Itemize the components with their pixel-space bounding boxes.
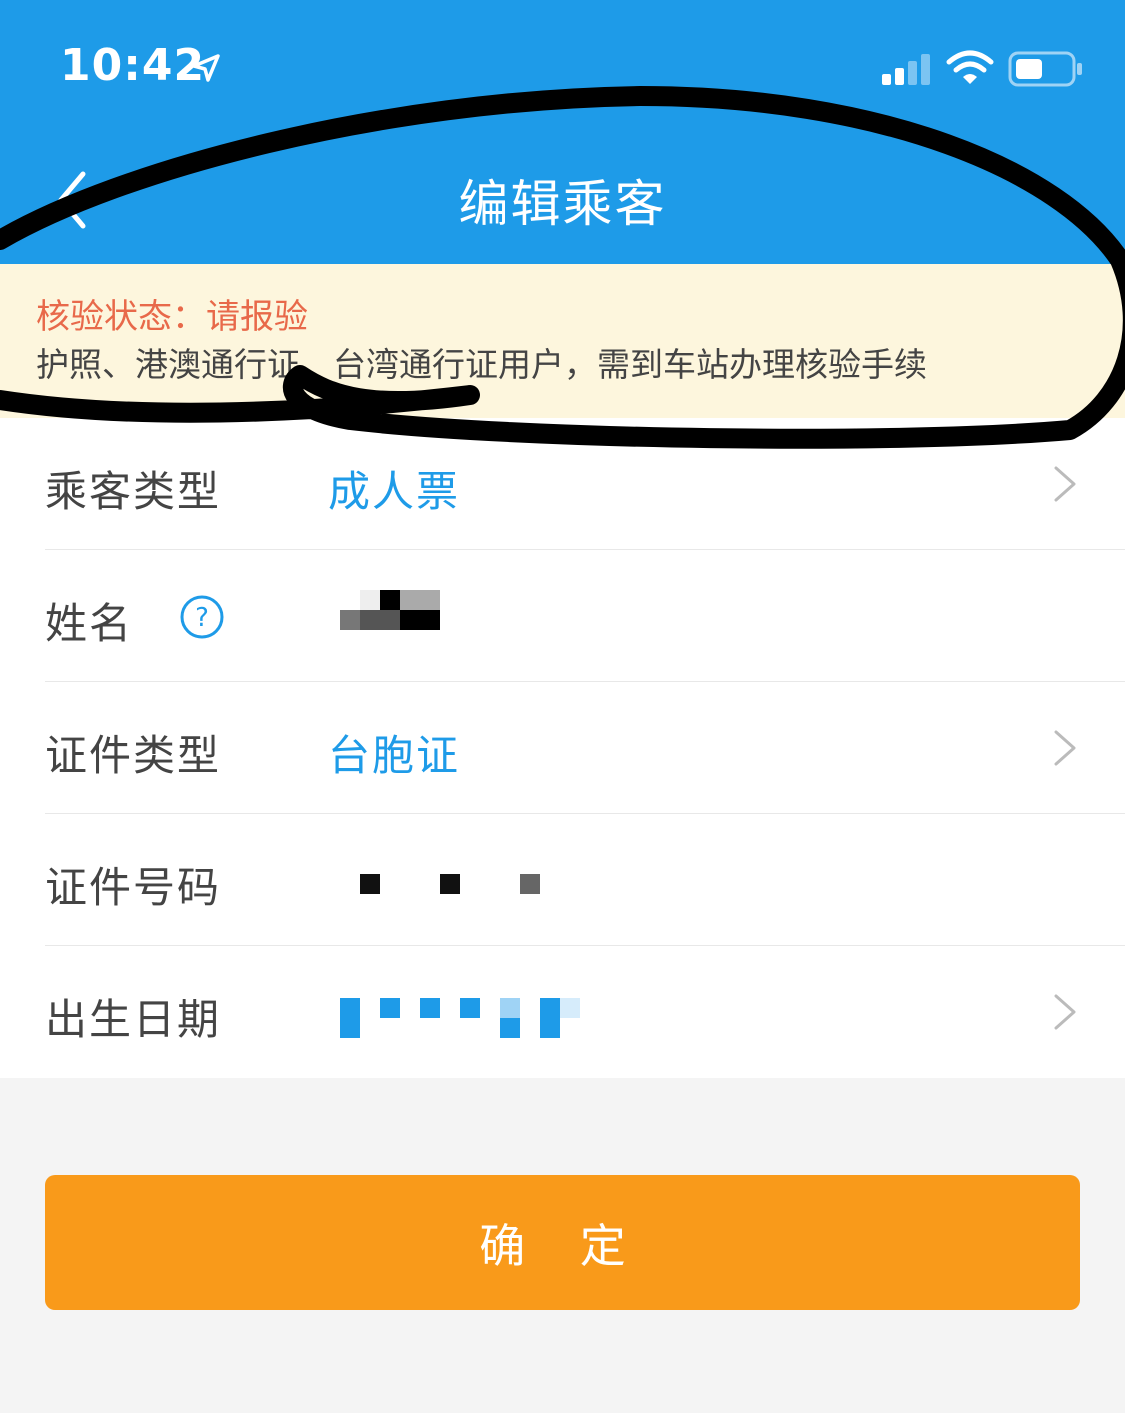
cellular-signal-icon [882,54,930,85]
header: 10:42 编辑乘客 [0,0,1125,264]
svg-text:?: ? [195,603,209,633]
battery-icon [1008,51,1082,87]
chevron-right-icon [1054,730,1076,766]
nav-bar: 编辑乘客 [0,140,1125,260]
name-row: 姓名 ? [45,550,1125,682]
id-number-row: 证件号码 [45,814,1125,946]
status-time: 10:42 [60,40,206,91]
wifi-icon [946,50,994,84]
name-input[interactable] [340,590,480,650]
verification-description: 护照、港澳通行证、台湾通行证用户，需到车站办理核验手续 [36,345,927,384]
edit-passenger-screen: 10:42 编辑乘客 核验状态：请报验 护照、港澳通行证、台湾通行证用户，需到车… [0,0,1125,1413]
id-type-value: 台胞证 [328,731,461,780]
location-arrow-icon [192,54,220,82]
chevron-right-icon [1054,994,1076,1030]
chevron-right-icon [1054,466,1076,502]
id-number-input[interactable] [360,874,560,904]
birth-date-row[interactable]: 出生日期 [45,946,1125,1078]
id-number-label: 证件号码 [45,863,222,912]
id-type-row[interactable]: 证件类型 台胞证 [45,682,1125,814]
name-label: 姓名 [45,599,134,648]
passenger-form: 乘客类型 成人票 姓名 ? 证件类型 台胞证 证件号码 出生日期 [0,418,1125,1078]
passenger-type-label: 乘客类型 [45,467,222,516]
verification-notice: 核验状态：请报验 护照、港澳通行证、台湾通行证用户，需到车站办理核验手续 [0,264,1125,418]
confirm-button[interactable]: 确 定 [45,1175,1080,1310]
verification-status: 核验状态：请报验 [36,297,308,337]
passenger-type-value: 成人票 [328,467,461,516]
birth-date-value [340,998,580,1040]
birth-date-label: 出生日期 [45,995,222,1044]
question-circle-icon[interactable]: ? [179,594,225,640]
id-type-label: 证件类型 [45,731,222,780]
passenger-type-row[interactable]: 乘客类型 成人票 [45,418,1125,550]
page-title: 编辑乘客 [458,175,667,233]
status-bar: 10:42 [0,0,1125,130]
